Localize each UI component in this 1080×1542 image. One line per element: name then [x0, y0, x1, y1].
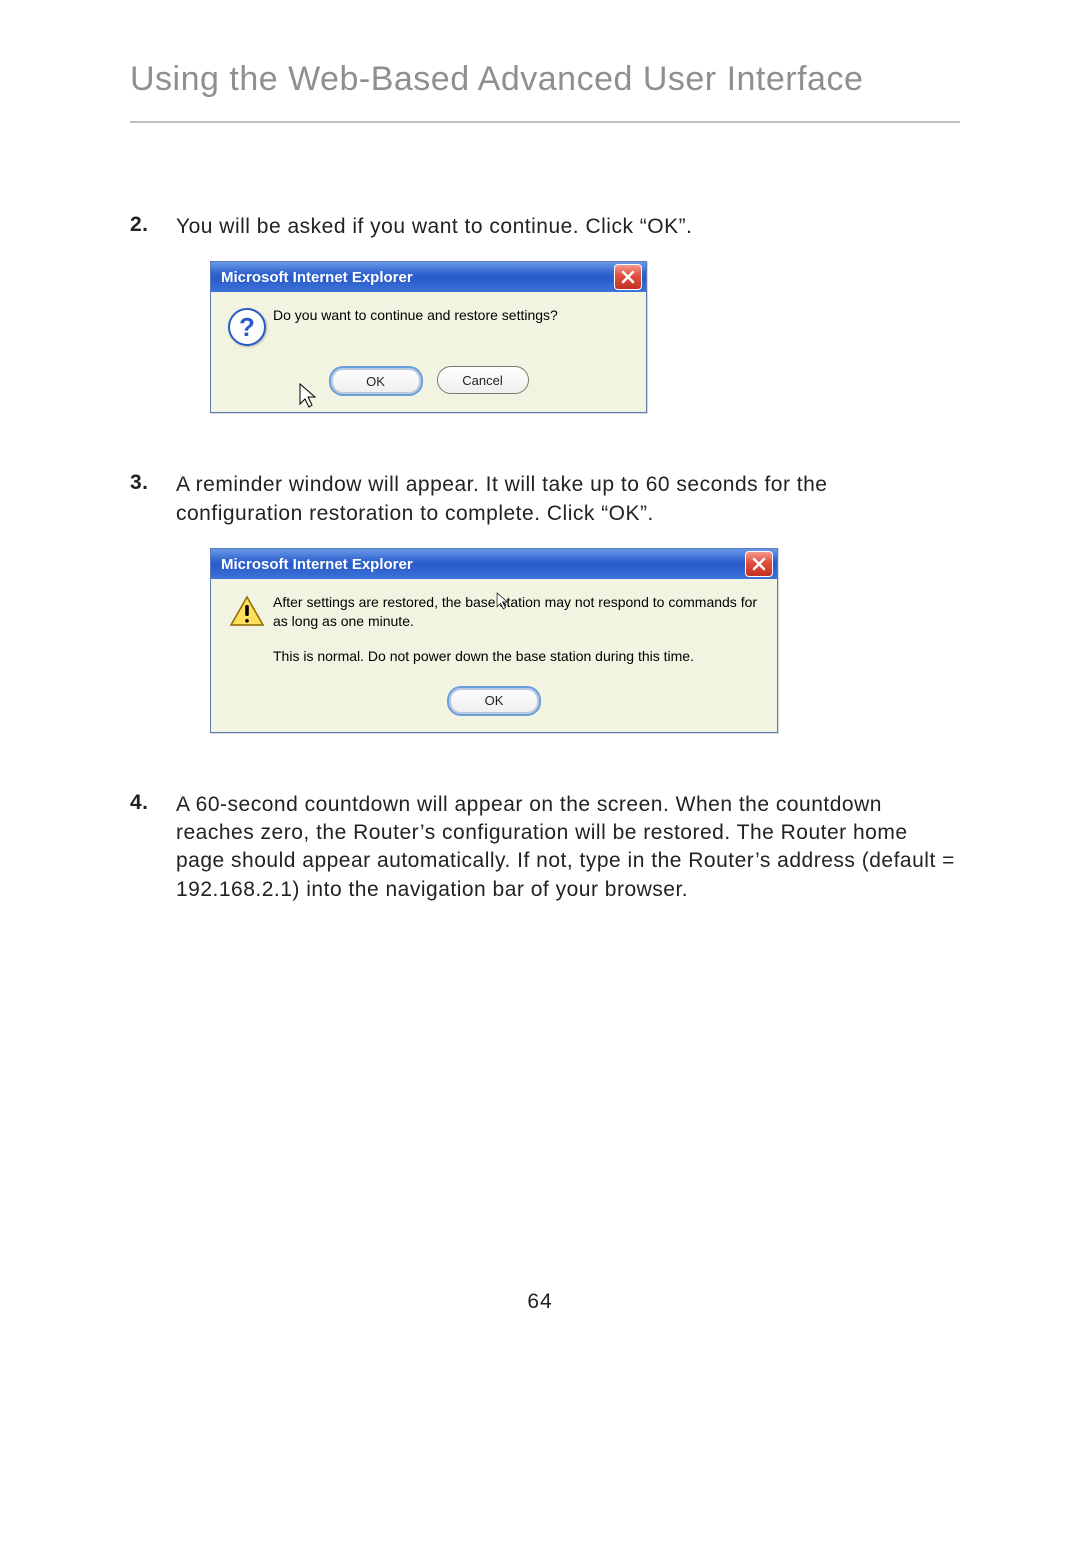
dialog-restore-confirm: Microsoft Internet Explorer ? Do you wan… — [210, 261, 647, 413]
dialog-body: After settings are restored, the base st… — [211, 579, 777, 732]
dialog-screenshot: Microsoft Internet Explorer — [210, 548, 960, 733]
question-icon: ? — [228, 308, 266, 346]
cursor-icon — [297, 382, 323, 412]
step-text: You will be asked if you want to continu… — [176, 213, 692, 241]
dialog-body: ? Do you want to continue and restore se… — [211, 292, 646, 412]
step-number: 3. — [130, 471, 176, 528]
step-text: A 60-second countdown will appear on the… — [176, 791, 960, 904]
dialog-title: Microsoft Internet Explorer — [221, 556, 745, 573]
ok-button-label: OK — [366, 374, 385, 389]
step-item: 3. A reminder window will appear. It wil… — [130, 471, 960, 528]
dialog-screenshot: Microsoft Internet Explorer ? Do you wan… — [210, 261, 960, 413]
document-page: Using the Web-Based Advanced User Interf… — [0, 0, 1080, 1542]
dialog-message: Do you want to continue and restore sett… — [273, 306, 636, 325]
dialog-title: Microsoft Internet Explorer — [221, 269, 614, 286]
step-item: 2. You will be asked if you want to cont… — [130, 213, 960, 241]
dialog-restore-reminder: Microsoft Internet Explorer — [210, 548, 778, 733]
page-title: Using the Web-Based Advanced User Interf… — [130, 60, 960, 123]
close-icon — [621, 270, 635, 284]
ok-button[interactable]: OK — [329, 366, 423, 396]
step-number: 4. — [130, 791, 176, 904]
page-number: 64 — [0, 1290, 1080, 1314]
dialog-titlebar: Microsoft Internet Explorer — [211, 262, 646, 292]
ok-button-label: OK — [485, 693, 504, 708]
warning-icon — [229, 595, 265, 629]
step-number: 2. — [130, 213, 176, 241]
close-button[interactable] — [614, 264, 642, 290]
dialog-message-1: After settings are restored, the base st… — [273, 593, 767, 631]
close-button[interactable] — [745, 551, 773, 577]
step-text: A reminder window will appear. It will t… — [176, 471, 960, 528]
close-icon — [752, 557, 766, 571]
dialog-message-2: This is normal. Do not power down the ba… — [273, 647, 767, 666]
dialog-titlebar: Microsoft Internet Explorer — [211, 549, 777, 579]
ok-button[interactable]: OK — [447, 686, 541, 716]
cancel-button-label: Cancel — [462, 373, 502, 388]
cancel-button[interactable]: Cancel — [437, 366, 529, 394]
step-item: 4. A 60-second countdown will appear on … — [130, 791, 960, 904]
